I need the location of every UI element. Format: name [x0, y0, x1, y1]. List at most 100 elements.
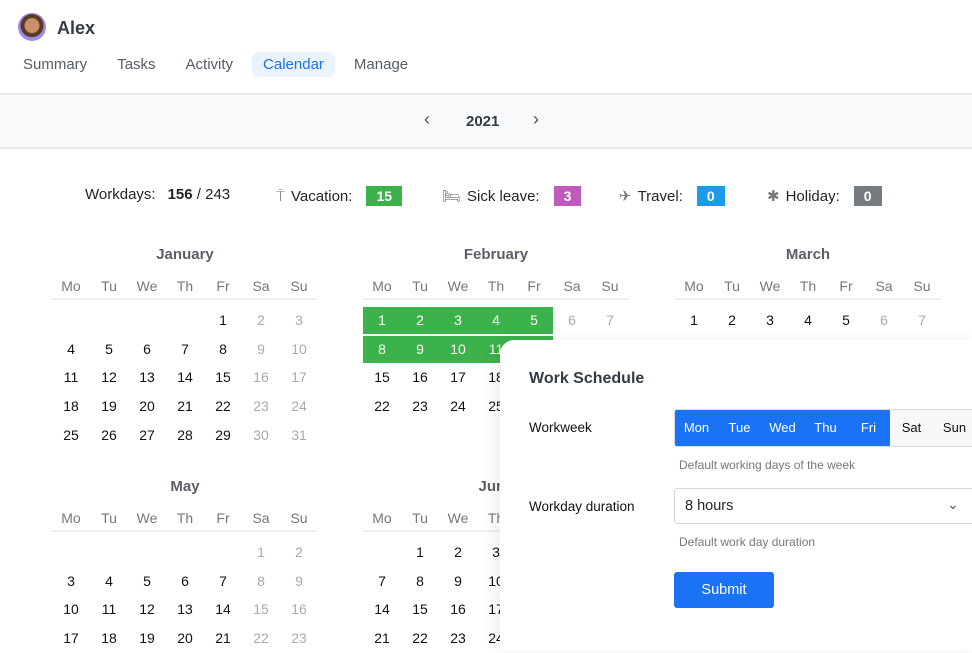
workweek-day-sun[interactable]: Sun	[933, 410, 972, 446]
day-cell[interactable]: 7	[591, 307, 629, 334]
workweek-day-wed[interactable]: Wed	[761, 410, 804, 446]
day-cell[interactable]: 22	[363, 393, 401, 420]
day-cell[interactable]: 15	[363, 364, 401, 391]
day-cell[interactable]: 2	[280, 539, 318, 566]
avatar[interactable]	[18, 13, 46, 41]
day-cell[interactable]: 26	[90, 422, 128, 449]
chevron-right-icon[interactable]: ›	[533, 109, 539, 130]
day-cell[interactable]: 18	[52, 393, 90, 420]
workweek-day-thu[interactable]: Thu	[804, 410, 847, 446]
day-cell[interactable]: 16	[242, 364, 280, 391]
day-cell[interactable]: 29	[204, 422, 242, 449]
day-cell[interactable]: 5	[128, 568, 166, 595]
day-cell[interactable]: 13	[166, 596, 204, 623]
day-cell[interactable]: 8	[204, 336, 242, 363]
workweek-day-sat[interactable]: Sat	[890, 410, 933, 446]
day-cell[interactable]: 3	[439, 306, 477, 334]
day-cell[interactable]: 23	[439, 625, 477, 652]
day-cell[interactable]: 27	[128, 422, 166, 449]
day-cell[interactable]: 2	[713, 307, 751, 334]
day-cell[interactable]: 1	[675, 307, 713, 334]
day-cell[interactable]: 5	[90, 336, 128, 363]
day-cell[interactable]: 17	[52, 625, 90, 652]
day-cell[interactable]: 4	[90, 568, 128, 595]
day-cell[interactable]: 7	[903, 307, 941, 334]
workday-duration-select[interactable]: 8 hours ⌄	[674, 488, 972, 524]
day-cell[interactable]: 7	[363, 568, 401, 595]
day-cell[interactable]: 2	[401, 306, 439, 334]
day-cell[interactable]: 22	[204, 393, 242, 420]
day-cell[interactable]: 3	[280, 307, 318, 334]
day-cell[interactable]: 17	[439, 364, 477, 391]
day-cell[interactable]: 6	[553, 307, 591, 334]
day-cell[interactable]: 24	[439, 393, 477, 420]
chevron-left-icon[interactable]: ‹	[424, 109, 430, 130]
day-cell[interactable]: 11	[52, 364, 90, 391]
day-cell[interactable]: 5	[515, 306, 553, 334]
day-cell[interactable]: 19	[128, 625, 166, 652]
day-cell[interactable]: 4	[52, 336, 90, 363]
day-cell[interactable]: 4	[789, 307, 827, 334]
day-cell[interactable]: 30	[242, 422, 280, 449]
tab-tasks[interactable]: Tasks	[106, 52, 166, 77]
day-cell[interactable]: 23	[401, 393, 439, 420]
day-cell[interactable]: 3	[751, 307, 789, 334]
day-cell[interactable]: 9	[242, 336, 280, 363]
day-cell[interactable]: 23	[280, 625, 318, 652]
day-cell[interactable]: 23	[242, 393, 280, 420]
day-cell[interactable]: 24	[280, 393, 318, 420]
day-cell[interactable]: 15	[204, 364, 242, 391]
day-cell[interactable]: 10	[280, 336, 318, 363]
day-cell[interactable]: 9	[280, 568, 318, 595]
day-cell[interactable]: 1	[401, 539, 439, 566]
day-cell[interactable]: 21	[166, 393, 204, 420]
day-cell[interactable]: 7	[204, 568, 242, 595]
day-cell[interactable]: 16	[439, 596, 477, 623]
submit-button[interactable]: Submit	[674, 572, 774, 608]
tab-calendar[interactable]: Calendar	[252, 52, 335, 77]
day-cell[interactable]: 16	[401, 364, 439, 391]
day-cell[interactable]: 6	[865, 307, 903, 334]
tab-summary[interactable]: Summary	[12, 52, 98, 77]
day-cell[interactable]: 2	[439, 539, 477, 566]
day-cell[interactable]: 20	[128, 393, 166, 420]
day-cell[interactable]: 12	[90, 364, 128, 391]
day-cell[interactable]: 1	[363, 306, 401, 334]
day-cell[interactable]: 4	[477, 306, 515, 334]
tab-manage[interactable]: Manage	[343, 52, 419, 77]
day-cell[interactable]: 10	[439, 335, 477, 363]
day-cell[interactable]: 14	[166, 364, 204, 391]
day-cell[interactable]: 1	[242, 539, 280, 566]
workweek-day-mon[interactable]: Mon	[675, 410, 718, 446]
day-cell[interactable]: 25	[52, 422, 90, 449]
day-cell[interactable]: 15	[242, 596, 280, 623]
day-cell[interactable]: 6	[166, 568, 204, 595]
day-cell[interactable]: 22	[242, 625, 280, 652]
workweek-day-fri[interactable]: Fri	[847, 410, 890, 446]
day-cell[interactable]: 5	[827, 307, 865, 334]
day-cell[interactable]: 10	[52, 596, 90, 623]
day-cell[interactable]: 16	[280, 596, 318, 623]
day-cell[interactable]: 9	[401, 335, 439, 363]
day-cell[interactable]: 8	[401, 568, 439, 595]
day-cell[interactable]: 6	[128, 336, 166, 363]
day-cell[interactable]: 18	[90, 625, 128, 652]
day-cell[interactable]: 22	[401, 625, 439, 652]
day-cell[interactable]: 8	[242, 568, 280, 595]
day-cell[interactable]: 11	[90, 596, 128, 623]
day-cell[interactable]: 9	[439, 568, 477, 595]
day-cell[interactable]: 14	[363, 596, 401, 623]
day-cell[interactable]: 14	[204, 596, 242, 623]
day-cell[interactable]: 19	[90, 393, 128, 420]
day-cell[interactable]: 21	[363, 625, 401, 652]
day-cell[interactable]: 12	[128, 596, 166, 623]
day-cell[interactable]: 3	[52, 568, 90, 595]
day-cell[interactable]: 31	[280, 422, 318, 449]
day-cell[interactable]: 28	[166, 422, 204, 449]
day-cell[interactable]: 21	[204, 625, 242, 652]
day-cell[interactable]: 8	[363, 335, 401, 363]
day-cell[interactable]: 2	[242, 307, 280, 334]
day-cell[interactable]: 15	[401, 596, 439, 623]
day-cell[interactable]: 20	[166, 625, 204, 652]
tab-activity[interactable]: Activity	[175, 52, 245, 77]
